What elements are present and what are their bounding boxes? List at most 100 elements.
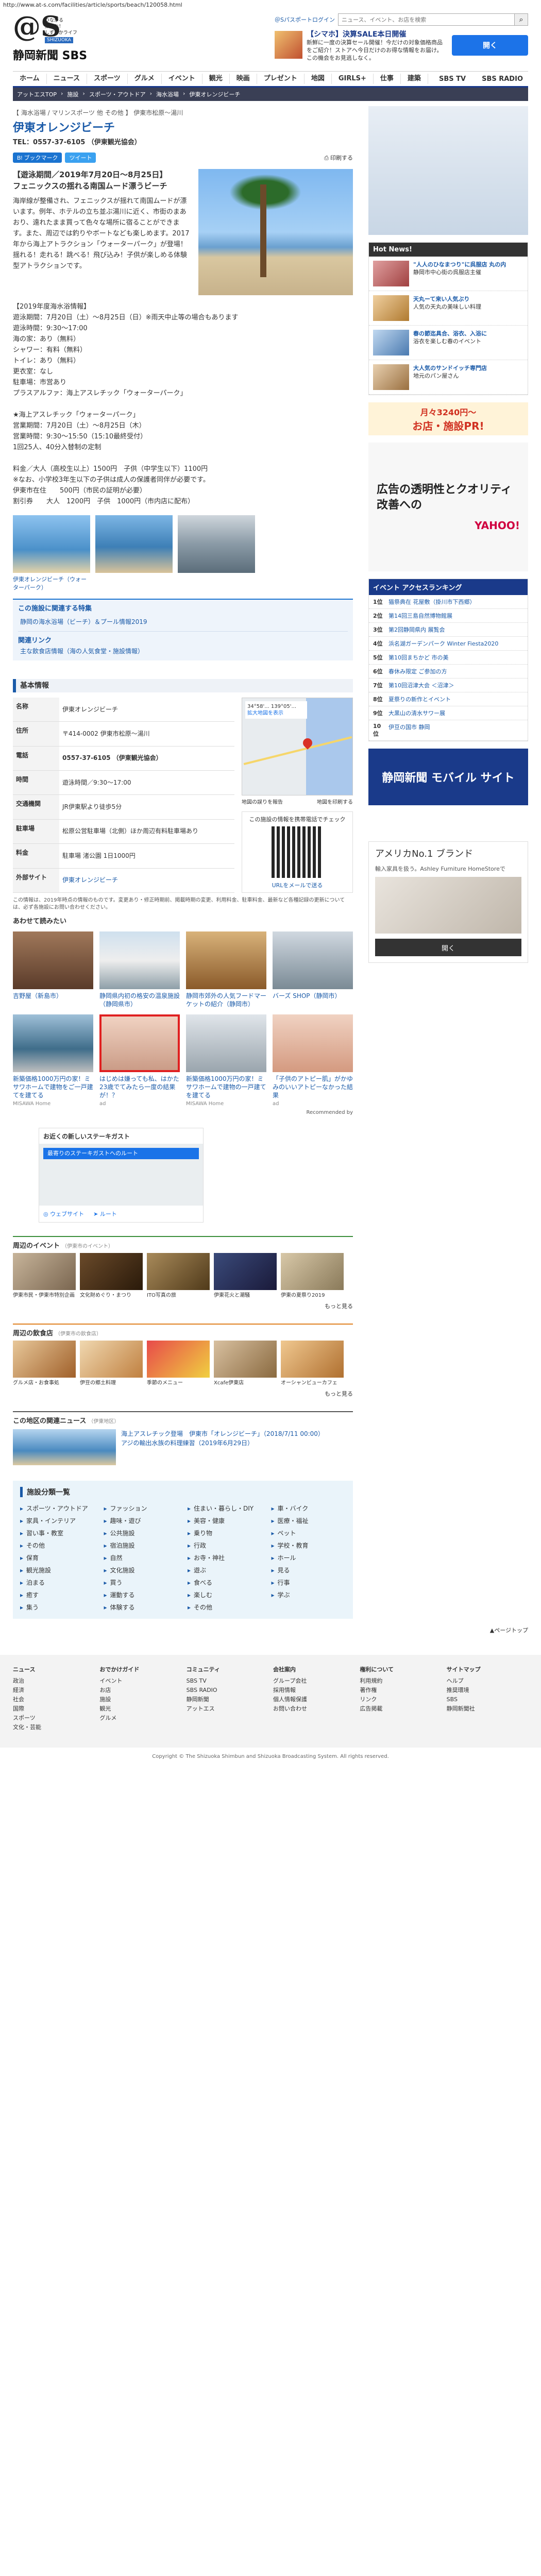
- ranking-item[interactable]: 9位 大黒山の清水サワー展: [369, 706, 528, 720]
- recommend-footer[interactable]: Recommended by: [13, 1110, 353, 1115]
- nav-home[interactable]: ホーム: [13, 74, 47, 84]
- facility-category-item[interactable]: 自然: [104, 1553, 179, 1563]
- map-large-link[interactable]: 拡大地図を表示: [247, 710, 305, 717]
- nav-movie[interactable]: 映画: [230, 74, 257, 84]
- footer-link[interactable]: SBS RADIO: [187, 1686, 268, 1695]
- footer-link[interactable]: 個人情報保護: [273, 1695, 354, 1704]
- footer-link[interactable]: 採用情報: [273, 1686, 354, 1695]
- nav-sbs-tv[interactable]: SBS TV: [434, 75, 471, 83]
- route-link[interactable]: ➤ ルート: [93, 1210, 117, 1218]
- facility-category-item[interactable]: 集う: [20, 1602, 95, 1613]
- nav-news[interactable]: ニュース: [47, 74, 87, 84]
- nav-job[interactable]: 仕事: [374, 74, 401, 84]
- facility-category-item[interactable]: 美容・健康: [188, 1516, 262, 1526]
- footer-link[interactable]: ヘルプ: [447, 1676, 528, 1686]
- ranking-item[interactable]: 10位 伊豆の国市 静岡: [369, 720, 528, 741]
- gourmet-item[interactable]: オーシャンビューカフェ: [281, 1341, 344, 1386]
- footer-link[interactable]: SBS: [447, 1695, 528, 1704]
- facility-category-item[interactable]: 運動する: [104, 1590, 179, 1600]
- facility-map[interactable]: 34°58'... 139°05'... 拡大地図を表示: [242, 698, 353, 795]
- facility-category-item[interactable]: 見る: [272, 1565, 346, 1575]
- yahoo-ad[interactable]: 広告の透明性とクオリティ改善への YAHOO!: [368, 443, 528, 571]
- table-cell[interactable]: 伊東オレンジビーチ: [59, 868, 234, 893]
- ranking-item[interactable]: 8位 夏祭りの新作とイベント: [369, 692, 528, 706]
- footer-link[interactable]: リンク: [360, 1695, 441, 1704]
- map-print-link[interactable]: 地図を印刷する: [317, 798, 353, 805]
- map-ad[interactable]: お近くの新しいステーキガスト 最寄りのステーキガストへのルート ◎ ウェブサイト…: [39, 1128, 204, 1223]
- nav-girls[interactable]: GIRLS+: [332, 74, 374, 84]
- related-link[interactable]: 静岡の海水浴場（ビーチ）＆プール情報2019: [18, 615, 348, 628]
- footer-heading[interactable]: ニュース: [13, 1665, 94, 1674]
- hot-news-item[interactable]: 春の節迄具合、浴衣、入浴に 浴衣を楽しむ春のイベント: [369, 326, 528, 360]
- facility-category-item[interactable]: 泊まる: [20, 1578, 95, 1588]
- ad-open-button[interactable]: 開く: [452, 35, 528, 56]
- mobile-site-banner[interactable]: 静岡新聞 モバイル サイト: [368, 749, 528, 805]
- facility-category-item[interactable]: 宿泊施設: [104, 1540, 179, 1551]
- recommend-item[interactable]: 新築価格1000万円の家！ミサワホームで建物をご一戸建てを建てる MISAWA H…: [13, 1014, 93, 1107]
- external-link[interactable]: 主な飲食店情報（海の人気食堂・施設情報）: [18, 645, 348, 657]
- nav-sports[interactable]: スポーツ: [87, 74, 128, 84]
- gourmet-item[interactable]: グルメ店・お食事処: [13, 1341, 76, 1386]
- facility-category-item[interactable]: 趣味・遊び: [104, 1516, 179, 1526]
- facility-category-item[interactable]: 保育: [20, 1553, 95, 1563]
- search-input[interactable]: [337, 13, 515, 26]
- facility-category-item[interactable]: 癒す: [20, 1590, 95, 1600]
- footer-link[interactable]: 推奨環境: [447, 1686, 528, 1695]
- facility-category-item[interactable]: 行政: [188, 1540, 262, 1551]
- event-item[interactable]: ITO写真の旅: [147, 1253, 210, 1299]
- footer-link[interactable]: 静岡新聞社: [447, 1704, 528, 1714]
- event-item[interactable]: 文化財めぐり・まつり: [80, 1253, 143, 1299]
- ranking-item[interactable]: 7位 第10回沼津大会 ＜沼津＞: [369, 679, 528, 692]
- hot-news-item[interactable]: 大人気のサンドイッチ専門店 地元のパン屋さん: [369, 360, 528, 395]
- facility-category-item[interactable]: 学校・教育: [272, 1540, 346, 1551]
- map-ad-bar[interactable]: 最寄りのステーキガストへのルート: [43, 1148, 199, 1159]
- nav-map[interactable]: 地図: [305, 74, 332, 84]
- event-item[interactable]: 伊東花火と潮騒: [214, 1253, 277, 1299]
- gourmet-item[interactable]: 伊豆の郷土料理: [80, 1341, 143, 1386]
- breadcrumb-item[interactable]: 海水浴場: [156, 90, 179, 98]
- facility-category-item[interactable]: 行事: [272, 1578, 346, 1588]
- gallery-item[interactable]: [178, 515, 255, 591]
- footer-link[interactable]: 社会: [13, 1695, 94, 1704]
- ashley-open-button[interactable]: 開く: [375, 939, 521, 956]
- facility-category-item[interactable]: 習い事・教室: [20, 1528, 95, 1538]
- facility-category-item[interactable]: ホール: [272, 1553, 346, 1563]
- events-more-link[interactable]: もっと見る: [13, 1302, 353, 1310]
- facility-category-item[interactable]: その他: [188, 1602, 262, 1613]
- beach-photo[interactable]: [198, 169, 353, 295]
- print-button[interactable]: ⎙ 印刷する: [324, 154, 353, 162]
- footer-link[interactable]: イベント: [99, 1676, 181, 1686]
- facility-category-item[interactable]: 買う: [104, 1578, 179, 1588]
- nav-gourmet[interactable]: グルメ: [128, 74, 162, 84]
- ashley-ad[interactable]: アメリカNo.1 ブランド 輸入家具を扱う。Ashley Furniture H…: [368, 841, 528, 963]
- footer-link[interactable]: 政治: [13, 1676, 94, 1686]
- gallery-item[interactable]: [95, 515, 173, 591]
- ranking-item[interactable]: 4位 浜名湖ガーデンパーク Winter Fiesta2020: [369, 637, 528, 651]
- footer-link[interactable]: アットエス: [187, 1704, 268, 1714]
- map-report-link[interactable]: 地図の誤りを報告: [242, 798, 283, 805]
- breadcrumb-item[interactable]: アットエスTOP: [17, 90, 57, 98]
- footer-link[interactable]: スポーツ: [13, 1714, 94, 1723]
- ranking-item[interactable]: 1位 猫祭典在 花屋敷（掛川市下西郷）: [369, 595, 528, 609]
- hot-news-item[interactable]: 天丸ーて来い人気ぶり 人気の天丸の美味しい料理: [369, 291, 528, 326]
- facility-category-item[interactable]: 食べる: [188, 1578, 262, 1588]
- footer-link[interactable]: 観光: [99, 1704, 181, 1714]
- shop-pr-banner[interactable]: 月々3240円〜 お店・施設PR!: [368, 402, 528, 435]
- ranking-item[interactable]: 6位 春休み限定 ご参加の方: [369, 665, 528, 679]
- facility-category-item[interactable]: 公共施設: [104, 1528, 179, 1538]
- header-ad[interactable]: 【シマホ】決算SALE本日開催 新鮮に一度の決算セール開催！今だけの対象価格商品…: [275, 31, 528, 62]
- footer-link[interactable]: グルメ: [99, 1714, 181, 1723]
- recommend-item[interactable]: 「子供のアトピー肌」がかゆみのいいアトピーなかった結果 ad: [273, 1014, 353, 1107]
- area-news-item[interactable]: 海上アスレチック登場 伊東市「オレンジビーチ」（2018/7/11 00:00）: [121, 1429, 324, 1438]
- footer-link[interactable]: 広告掲載: [360, 1704, 441, 1714]
- site-logo[interactable]: @S つながる 楽しむ！ しずおかライフ SHIZUOKA 静岡新聞 SBS: [13, 12, 116, 71]
- area-news-item[interactable]: アジの輸出水族の料理練習（2019年6月29日）: [121, 1438, 324, 1448]
- external-site-link[interactable]: 伊東オレンジビーチ: [62, 876, 118, 884]
- breadcrumb-item[interactable]: スポーツ・アウトドア: [89, 90, 146, 98]
- facility-category-item[interactable]: 学ぶ: [272, 1590, 346, 1600]
- facility-category-item[interactable]: 観光施設: [20, 1565, 95, 1575]
- ranking-item[interactable]: 2位 第14回三島自然博物館展: [369, 609, 528, 623]
- footer-link[interactable]: 国際: [13, 1704, 94, 1714]
- event-item[interactable]: 伊東市民・伊東市特別企画: [13, 1253, 76, 1299]
- facility-category-item[interactable]: その他: [20, 1540, 95, 1551]
